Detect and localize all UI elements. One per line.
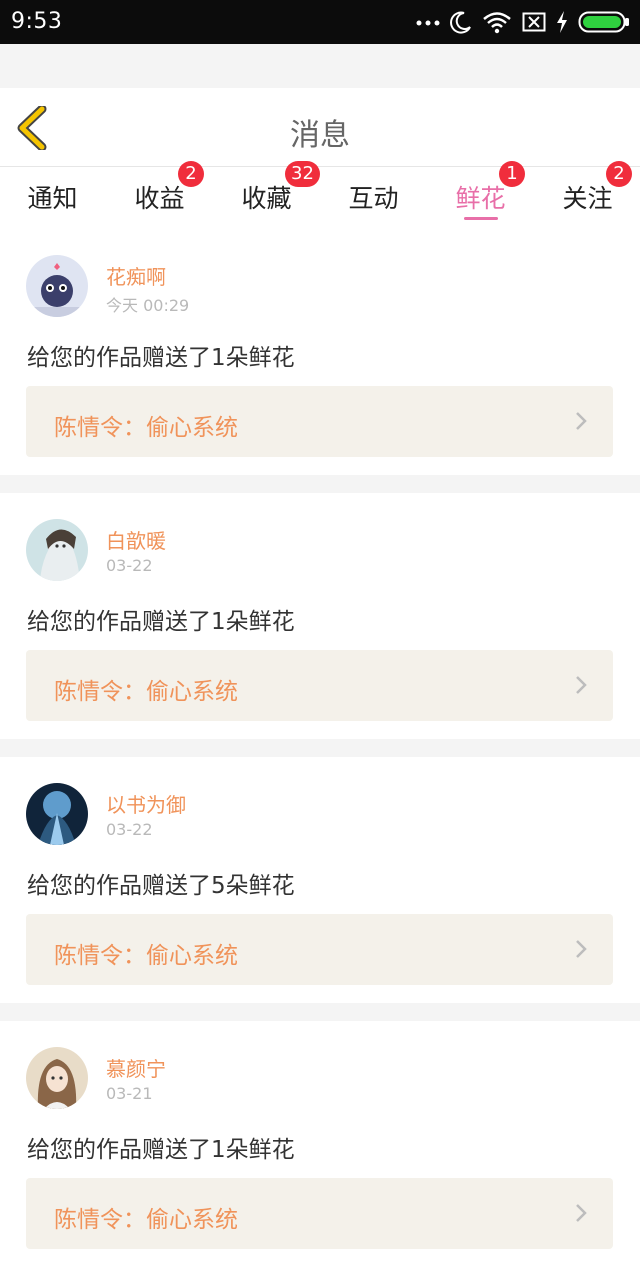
avatar[interactable] bbox=[26, 1047, 88, 1109]
username[interactable]: 白歆暖 bbox=[106, 525, 166, 554]
message-time: 03-22 bbox=[106, 820, 153, 839]
tab-bar: 通知 收益 2 收藏 32 互动 鲜花 1 关注 2 bbox=[0, 161, 640, 229]
navigation-bar: 消息 bbox=[0, 88, 640, 167]
charging-icon bbox=[557, 11, 567, 33]
top-spacer bbox=[0, 44, 640, 88]
status-time: 9:53 bbox=[11, 9, 63, 34]
avatar[interactable] bbox=[26, 255, 88, 317]
username[interactable]: 花痴啊 bbox=[106, 261, 166, 290]
tab-badge: 2 bbox=[178, 161, 204, 187]
work-title: 陈情令：偷心系统 bbox=[54, 415, 238, 441]
work-link[interactable]: 陈情令：偷心系统 bbox=[26, 914, 613, 985]
chevron-right-icon bbox=[576, 676, 587, 694]
chevron-right-icon bbox=[576, 1204, 587, 1222]
work-link[interactable]: 陈情令：偷心系统 bbox=[26, 1178, 613, 1249]
more-dots-icon bbox=[416, 20, 440, 26]
work-title: 陈情令：偷心系统 bbox=[54, 679, 238, 705]
username[interactable]: 慕颜宁 bbox=[106, 1053, 166, 1082]
username[interactable]: 以书为御 bbox=[106, 789, 186, 818]
message-card: 以书为御 03-22 给您的作品赠送了5朵鲜花 陈情令：偷心系统 bbox=[0, 757, 640, 1003]
message-card: 花痴啊 今天 00:29 给您的作品赠送了1朵鲜花 陈情令：偷心系统 bbox=[0, 229, 640, 475]
chevron-right-icon bbox=[576, 940, 587, 958]
battery-icon bbox=[578, 11, 629, 33]
status-icons bbox=[416, 8, 630, 36]
tab-follows[interactable]: 关注 2 bbox=[534, 161, 640, 229]
message-time: 03-22 bbox=[106, 556, 153, 575]
avatar[interactable] bbox=[26, 783, 88, 845]
message-card: 白歆暖 03-22 给您的作品赠送了1朵鲜花 陈情令：偷心系统 bbox=[0, 493, 640, 739]
work-link[interactable]: 陈情令：偷心系统 bbox=[26, 386, 613, 457]
work-link[interactable]: 陈情令：偷心系统 bbox=[26, 650, 613, 721]
message-time: 03-21 bbox=[106, 1084, 153, 1103]
page-title: 消息 bbox=[290, 118, 350, 153]
message-text: 给您的作品赠送了1朵鲜花 bbox=[27, 345, 295, 371]
tab-badge: 32 bbox=[285, 161, 320, 187]
tab-notifications[interactable]: 通知 bbox=[0, 167, 106, 229]
tab-flowers[interactable]: 鲜花 1 bbox=[427, 161, 534, 229]
work-title: 陈情令：偷心系统 bbox=[54, 943, 238, 969]
work-title: 陈情令：偷心系统 bbox=[54, 1207, 238, 1233]
tab-label: 互动 bbox=[348, 184, 399, 213]
sim-icon bbox=[522, 12, 546, 32]
status-bar: 9:53 bbox=[0, 0, 640, 44]
tab-earnings[interactable]: 收益 2 bbox=[106, 161, 213, 229]
tab-favorites[interactable]: 收藏 32 bbox=[213, 161, 320, 229]
chevron-right-icon bbox=[576, 412, 587, 430]
active-tab-indicator bbox=[464, 217, 498, 220]
moon-icon bbox=[450, 11, 471, 34]
tab-badge: 2 bbox=[606, 161, 632, 187]
wifi-icon bbox=[483, 12, 511, 34]
message-text: 给您的作品赠送了1朵鲜花 bbox=[27, 1137, 295, 1163]
message-time: 今天 00:29 bbox=[106, 296, 190, 315]
message-text: 给您的作品赠送了1朵鲜花 bbox=[27, 609, 295, 635]
message-text: 给您的作品赠送了5朵鲜花 bbox=[27, 873, 295, 899]
message-card: 慕颜宁 03-21 给您的作品赠送了1朵鲜花 陈情令：偷心系统 bbox=[0, 1021, 640, 1267]
tab-interactions[interactable]: 互动 bbox=[320, 167, 427, 229]
tab-label: 通知 bbox=[27, 184, 78, 213]
tab-badge: 1 bbox=[499, 161, 525, 187]
avatar[interactable] bbox=[26, 519, 88, 581]
